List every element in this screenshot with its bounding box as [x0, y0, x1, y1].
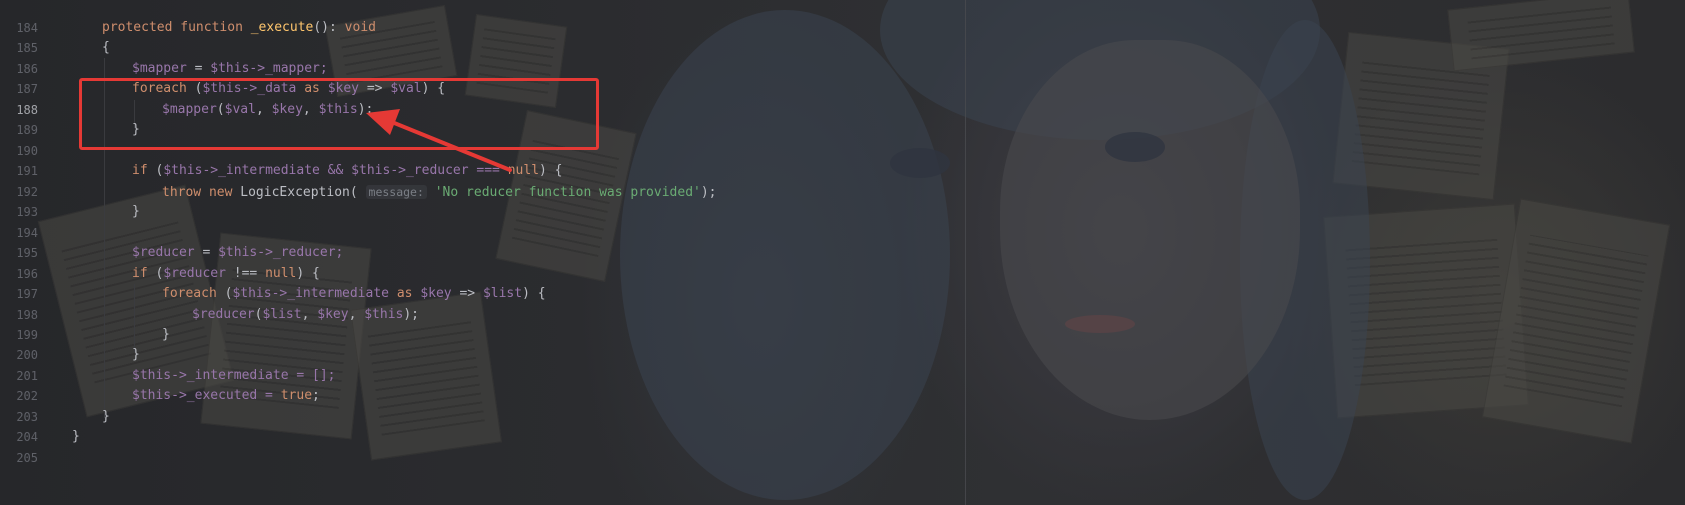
- line-number: 202: [16, 389, 38, 403]
- code-line-193: }: [132, 204, 140, 219]
- code-line-198: $reducer($list, $key, $this);: [192, 307, 420, 322]
- line-number: 205: [16, 451, 38, 465]
- code-line-184: protected function _execute(): void: [102, 20, 376, 35]
- code-line-204: }: [72, 429, 80, 444]
- line-number: 200: [16, 348, 38, 362]
- line-number: 189: [16, 123, 38, 137]
- line-number: 198: [16, 308, 38, 322]
- code-line-195: $reducer = $this->_reducer;: [132, 245, 344, 260]
- current-line-number: 188: [16, 103, 38, 117]
- line-number: 184: [16, 21, 38, 35]
- code-line-197: foreach ($this->_intermediate as $key =>…: [162, 286, 546, 301]
- code-line-186: $mapper = $this->_mapper;: [132, 61, 328, 76]
- code-line-200: }: [132, 347, 140, 362]
- line-number: 195: [16, 246, 38, 260]
- code-line-203: }: [102, 409, 110, 424]
- line-number: 186: [16, 62, 38, 76]
- line-number: 193: [16, 205, 38, 219]
- line-number: 190: [16, 144, 38, 158]
- line-number: 201: [16, 369, 38, 383]
- line-number: 192: [16, 185, 38, 199]
- annotation-highlight-box: [79, 78, 599, 150]
- code-line-185: {: [102, 40, 110, 55]
- line-number: 194: [16, 226, 38, 240]
- line-number-gutter[interactable]: 184 185 186 187 188 189 190 191 192 193 …: [0, 0, 44, 505]
- code-line-192: throw new LogicException( message: 'No r…: [162, 185, 717, 200]
- code-line-199: }: [162, 327, 170, 342]
- code-line-201: $this->_intermediate = [];: [132, 368, 336, 383]
- code-line-202: $this->_executed = true;: [132, 388, 320, 403]
- line-number: 191: [16, 164, 38, 178]
- line-number: 203: [16, 410, 38, 424]
- annotation-arrow-icon: [366, 109, 512, 172]
- line-number: 197: [16, 287, 38, 301]
- line-number: 185: [16, 41, 38, 55]
- right-margin-guide: [965, 0, 966, 505]
- indent-guide: [134, 284, 135, 352]
- line-number: 199: [16, 328, 38, 342]
- line-number: 196: [16, 267, 38, 281]
- line-number: 187: [16, 82, 38, 96]
- line-number: 204: [16, 430, 38, 444]
- code-editor[interactable]: 184 185 186 187 188 189 190 191 192 193 …: [0, 0, 1685, 505]
- parameter-hint: message:: [365, 185, 427, 199]
- code-line-196: if ($reducer !== null) {: [132, 266, 320, 281]
